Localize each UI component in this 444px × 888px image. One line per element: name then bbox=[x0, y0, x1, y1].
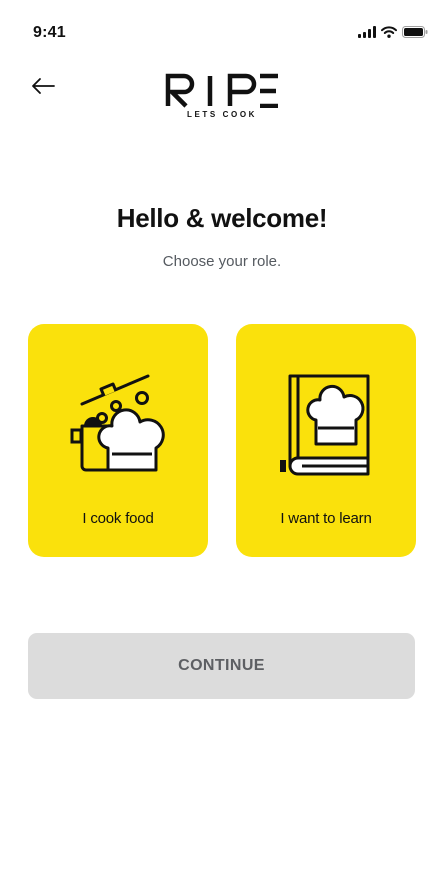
continue-button[interactable]: CONTINUE bbox=[28, 633, 415, 699]
logo-wordmark bbox=[165, 73, 278, 108]
status-time: 9:41 bbox=[33, 24, 66, 41]
role-card-cook[interactable]: I cook food bbox=[28, 324, 208, 557]
page-subtitle: Choose your role. bbox=[162, 253, 282, 270]
status-icons bbox=[358, 26, 428, 38]
cellular-signal-icon bbox=[358, 26, 376, 38]
wifi-icon bbox=[381, 26, 397, 38]
arrow-left-icon bbox=[32, 78, 55, 94]
role-selection-screen: 9:41 LETS COOK Hello & welcome! Choose y… bbox=[0, 0, 444, 888]
logo-tagline: LETS COOK bbox=[186, 110, 258, 119]
cooking-pot-chef-hat-icon bbox=[70, 374, 165, 472]
page-title: Hello & welcome! bbox=[116, 203, 328, 233]
role-label-cook: I cook food bbox=[82, 510, 154, 527]
back-button[interactable] bbox=[28, 72, 58, 100]
role-label-learn: I want to learn bbox=[280, 510, 372, 527]
cookbook-icon bbox=[280, 374, 370, 476]
ripe-logo: LETS COOK bbox=[160, 72, 284, 124]
role-card-learn[interactable]: I want to learn bbox=[236, 324, 416, 557]
battery-icon bbox=[402, 26, 428, 38]
